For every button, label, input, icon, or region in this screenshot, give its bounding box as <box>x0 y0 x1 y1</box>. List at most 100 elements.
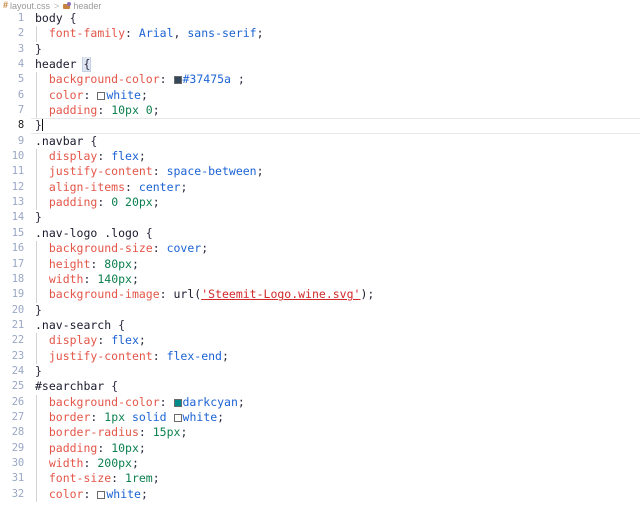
code-token: ; <box>140 486 148 501</box>
code-line-content[interactable]: font-family: Arial, sans-serif; <box>31 26 640 42</box>
code-line[interactable]: 24} <box>0 364 640 379</box>
line-number: 7 <box>17 104 24 117</box>
code-token: : <box>83 455 98 470</box>
code-token: background-color <box>48 72 160 87</box>
code-token: ; <box>138 149 146 164</box>
code-line-content[interactable]: background-color: darkcyan; <box>31 394 640 410</box>
code-line[interactable]: 21 .nav-search { <box>0 318 640 333</box>
code-line[interactable]: 30 width: 200px; <box>0 455 640 472</box>
line-number: 16 <box>11 242 24 255</box>
code-line[interactable]: 28 border-radius: 15px; <box>0 425 640 441</box>
breadcrumb-separator: > <box>54 0 60 11</box>
code-line[interactable]: 19 background-image: url('Steemit-Logo.w… <box>0 287 640 303</box>
code-line-content[interactable]: justify-content: space-between; <box>31 164 640 180</box>
code-line-content[interactable]: background-image: url('Steemit-Logo.wine… <box>31 287 640 303</box>
color-swatch[interactable] <box>97 490 106 499</box>
code-token: : <box>152 164 167 179</box>
code-line[interactable]: 23 justify-content: flex-end; <box>0 348 640 364</box>
code-line-content[interactable]: } <box>31 42 640 57</box>
code-line-content[interactable]: background-size: cover; <box>31 241 640 257</box>
code-line-content[interactable]: padding: 0 20px; <box>31 195 640 211</box>
code-line[interactable]: 10 display: flex; <box>0 149 640 165</box>
code-line[interactable]: 32 color: white; <box>0 486 640 502</box>
code-token: align-items <box>48 179 126 194</box>
code-line-content[interactable]: color: white; <box>31 486 640 502</box>
line-number: 23 <box>11 349 24 362</box>
code-line-content[interactable]: } <box>31 364 640 379</box>
code-line[interactable]: 12 align-items: center; <box>0 179 640 196</box>
code-line-content[interactable]: .navbar { <box>31 134 640 149</box>
code-token: { <box>138 225 153 240</box>
code-line-content[interactable]: display: flex; <box>31 149 640 165</box>
code-line[interactable]: 15 .nav-logo .logo { <box>0 226 640 241</box>
code-token: { <box>62 11 77 25</box>
code-line[interactable]: 1 body { <box>0 11 640 26</box>
code-line-content[interactable]: width: 200px; <box>31 455 640 472</box>
code-line[interactable]: 8} <box>0 118 640 134</box>
line-number: 20 <box>11 303 24 316</box>
code-token: : <box>152 348 167 363</box>
code-line[interactable]: 18 width: 140px; <box>0 271 640 288</box>
code-line-content[interactable]: height: 80px; <box>31 256 640 272</box>
code-token: space-between <box>166 164 257 179</box>
code-line-content[interactable]: header { <box>31 57 640 73</box>
code-line[interactable]: 11 justify-content: space-between; <box>0 164 640 180</box>
code-line-content[interactable]: padding: 10px 0; <box>31 103 640 119</box>
code-line[interactable]: 25 #searchbar { <box>0 379 640 394</box>
code-line-content[interactable]: justify-content: flex-end; <box>31 348 640 364</box>
code-line-content[interactable]: } <box>31 210 640 225</box>
code-token: : <box>138 425 153 440</box>
code-token: : <box>83 271 98 286</box>
code-line-content[interactable]: display: flex; <box>31 333 640 349</box>
code-line[interactable]: 31 font-size: 1rem; <box>0 471 640 487</box>
code-line[interactable]: 4 header { <box>0 57 640 73</box>
code-line[interactable]: 2 font-family: Arial, sans-serif; <box>0 26 640 42</box>
css-rule-icon <box>63 1 72 10</box>
code-line[interactable]: 26 background-color: darkcyan; <box>0 394 640 410</box>
code-line-content[interactable]: padding: 10px; <box>31 440 640 456</box>
code-line[interactable]: 9 .navbar { <box>0 134 640 149</box>
code-editor[interactable]: 1 body {2 font-family: Arial, sans-serif;… <box>0 11 640 505</box>
code-line-content[interactable]: .nav-logo .logo { <box>31 226 640 241</box>
code-token: justify-content <box>48 164 153 179</box>
code-line[interactable]: 17 height: 80px; <box>0 256 640 272</box>
code-line[interactable]: 27 border: 1px solid white; <box>0 409 640 426</box>
code-line-content[interactable]: width: 140px; <box>31 271 640 288</box>
code-token: ; <box>131 256 139 271</box>
line-number: 3 <box>17 42 24 55</box>
breadcrumb-file[interactable]: # layout.css <box>3 1 50 11</box>
code-line[interactable]: 22 display: flex; <box>0 333 640 349</box>
code-line[interactable]: 3} <box>0 42 640 57</box>
code-line[interactable]: 7 padding: 10px 0; <box>0 103 640 119</box>
code-line-content[interactable]: } <box>31 118 640 133</box>
code-token: cover <box>166 241 202 256</box>
code-line[interactable]: 13 padding: 0 20px; <box>0 195 640 211</box>
code-line[interactable]: 6 color: white; <box>0 87 640 104</box>
code-line[interactable]: 5 background-color: #37475a ; <box>0 72 640 88</box>
code-token: display <box>48 333 98 348</box>
code-line-content[interactable]: .nav-search { <box>31 318 640 333</box>
code-line-content[interactable]: body { <box>31 11 640 26</box>
code-line-content[interactable]: border-radius: 15px; <box>31 425 640 441</box>
breadcrumb-symbol[interactable]: header <box>63 1 101 11</box>
code-token: background-size <box>48 241 153 256</box>
code-line-content[interactable]: font-size: 1rem; <box>31 471 640 487</box>
color-swatch[interactable] <box>173 76 182 85</box>
code-line[interactable]: 29 padding: 10px; <box>0 440 640 456</box>
color-swatch[interactable] <box>173 398 182 407</box>
code-line[interactable]: 20} <box>0 303 640 318</box>
hash-icon: # <box>3 0 9 10</box>
code-line-content[interactable]: } <box>31 303 640 318</box>
code-line-content[interactable]: align-items: center; <box>31 179 640 196</box>
color-swatch[interactable] <box>97 91 106 100</box>
code-line-content[interactable]: #searchbar { <box>31 379 640 394</box>
code-line-content[interactable]: background-color: #37475a ; <box>31 72 640 88</box>
code-line-content[interactable]: color: white; <box>31 87 640 104</box>
code-line-content[interactable]: border: 1px solid white; <box>31 409 640 426</box>
code-token: padding <box>48 195 98 210</box>
color-swatch[interactable] <box>173 413 182 422</box>
code-line[interactable]: 16 background-size: cover; <box>0 241 640 257</box>
line-number: 4 <box>17 58 24 71</box>
code-line[interactable]: 14} <box>0 210 640 225</box>
